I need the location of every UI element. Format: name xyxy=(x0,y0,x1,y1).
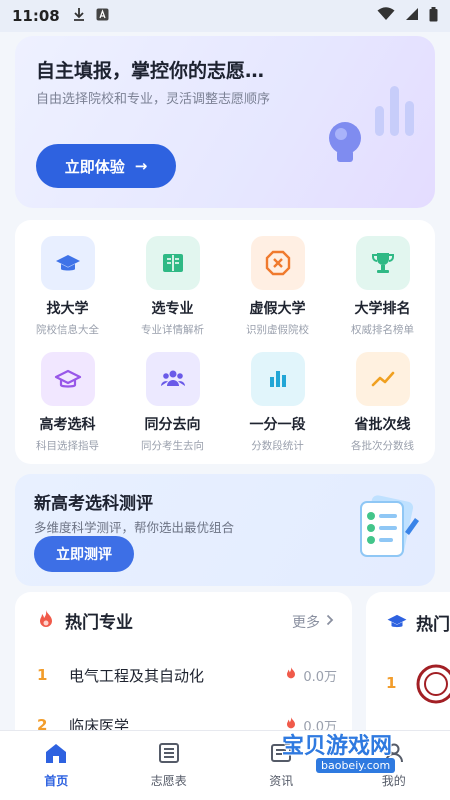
hot-majors-header: 热门专业 xyxy=(37,608,133,633)
grid-item-batch-line[interactable]: 省批次线 各批次分数线 xyxy=(330,336,435,452)
grid-title: 一分一段 xyxy=(249,417,306,433)
start-assessment-button[interactable]: 立即测评 xyxy=(34,536,134,572)
watermark-url: baobeiy.com xyxy=(316,758,396,773)
checklist-illustration xyxy=(360,495,419,557)
subject-assessment-card[interactable]: 新高考选科测评 多维度科学测评，帮你选出最优组合 立即测评 xyxy=(15,474,435,586)
graduation-cap-icon xyxy=(40,236,95,290)
grid-subtitle: 识别虚假院校 xyxy=(246,324,309,336)
grid-subtitle: 科目选择指导 xyxy=(36,440,99,452)
fire-icon xyxy=(285,666,297,684)
try-now-button[interactable]: 立即体验 → xyxy=(36,144,176,188)
more-link[interactable]: 更多 xyxy=(292,612,334,632)
warning-octagon-icon xyxy=(250,236,305,290)
hot-majors-title: 热门专业 xyxy=(65,613,133,633)
chevron-right-icon xyxy=(326,614,334,630)
heat-count-value: 0.0万 xyxy=(303,669,337,685)
grid-title: 找大学 xyxy=(46,301,89,317)
tab-label: 志愿表 xyxy=(150,774,187,788)
list-icon xyxy=(158,742,180,767)
promo-subtitle: 多维度科学测评，帮你选出最优组合 xyxy=(34,520,235,535)
hero-subtitle: 自由选择院校和专业，灵活调整志愿顺序 xyxy=(36,92,271,107)
people-group-icon xyxy=(145,352,200,406)
hero-banner: 自主填报，掌控你的志愿… 自由选择院校和专业，灵活调整志愿顺序 立即体验 → xyxy=(15,36,435,208)
rank-number: 1 xyxy=(386,674,397,692)
fire-icon xyxy=(37,609,55,633)
grid-subtitle: 院校信息大全 xyxy=(36,324,99,336)
battery-icon xyxy=(429,6,438,26)
try-now-label: 立即体验 xyxy=(64,157,125,176)
grid-subtitle: 各批次分数线 xyxy=(351,440,414,452)
grid-title: 省批次线 xyxy=(354,417,411,433)
list-item[interactable]: 1 电气工程及其自动化 0.0万 xyxy=(37,660,337,690)
grid-title: 大学排名 xyxy=(354,301,411,317)
grid-item-subject-selection[interactable]: 高考选科 科目选择指导 xyxy=(15,336,120,452)
grid-subtitle: 分数段统计 xyxy=(251,440,304,452)
trophy-icon xyxy=(355,236,410,290)
feature-grid: 找大学 院校信息大全 选专业 专业详情解析 虚假大学 识别虚假院校 大学排名 权… xyxy=(15,220,435,464)
tab-label: 首页 xyxy=(44,774,69,788)
a-badge-icon xyxy=(96,8,109,25)
grid-item-find-university[interactable]: 找大学 院校信息大全 xyxy=(15,220,120,336)
watermark: 宝贝游戏网 baobeiy.com xyxy=(282,728,432,782)
wifi-icon xyxy=(377,7,395,25)
hot-universities-title: 热门 xyxy=(416,615,450,635)
grid-subtitle: 同分考生去向 xyxy=(141,440,204,452)
major-name: 电气工程及其自动化 xyxy=(69,666,205,685)
grid-title: 高考选科 xyxy=(39,417,96,433)
grid-item-fake-university[interactable]: 虚假大学 识别虚假院校 xyxy=(225,220,330,336)
more-label: 更多 xyxy=(292,615,320,631)
lightbulb-illustration xyxy=(329,86,414,162)
grid-item-same-score[interactable]: 同分去向 同分考生去向 xyxy=(120,336,225,452)
grid-item-score-segment[interactable]: 一分一段 分数段统计 xyxy=(225,336,330,452)
tab-volunteer-table[interactable]: 志愿表 xyxy=(113,731,226,800)
rank-number: 1 xyxy=(37,666,48,684)
tab-home[interactable]: 首页 xyxy=(0,731,113,800)
heat-count: 0.0万 xyxy=(285,666,337,685)
grid-title: 同分去向 xyxy=(144,417,201,433)
arrow-right-icon: → xyxy=(134,157,148,175)
download-icon xyxy=(72,7,86,25)
bar-chart-icon xyxy=(250,352,305,406)
grid-title: 选专业 xyxy=(151,301,194,317)
status-bar: 11:08 xyxy=(0,0,450,32)
grid-title: 虚假大学 xyxy=(249,301,306,317)
trend-line-icon xyxy=(355,352,410,406)
hero-title: 自主填报，掌控你的志愿… xyxy=(36,60,265,82)
grid-item-university-ranking[interactable]: 大学排名 权威排名榜单 xyxy=(330,220,435,336)
status-time: 11:08 xyxy=(12,7,60,25)
mortarboard-icon xyxy=(40,352,95,406)
promo-title: 新高考选科测评 xyxy=(34,494,153,514)
home-icon xyxy=(44,742,68,767)
grid-item-choose-major[interactable]: 选专业 专业详情解析 xyxy=(120,220,225,336)
signal-icon xyxy=(405,7,419,25)
open-book-icon xyxy=(145,236,200,290)
graduation-cap-icon xyxy=(386,612,408,636)
grid-subtitle: 权威排名榜单 xyxy=(351,324,414,336)
grid-subtitle: 专业详情解析 xyxy=(141,324,204,336)
university-logo xyxy=(416,664,450,708)
watermark-text: 宝贝游戏网 xyxy=(282,734,393,759)
